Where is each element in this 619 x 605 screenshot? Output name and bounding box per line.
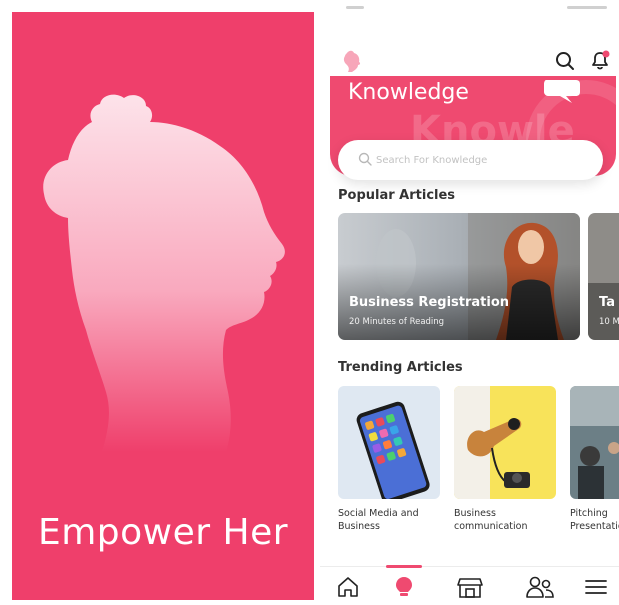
trending-article-card[interactable]: Business communication	[454, 386, 556, 533]
bell-icon[interactable]	[588, 48, 612, 72]
article-photo-telephone	[454, 386, 556, 499]
article-photo-meeting	[570, 386, 619, 499]
search-icon[interactable]	[554, 50, 576, 72]
bottom-navigation	[320, 565, 619, 605]
trending-articles-heading: Trending Articles	[338, 360, 463, 375]
lightbulb-icon[interactable]	[390, 575, 418, 599]
trending-article-title: Business communication	[454, 508, 528, 532]
menu-icon[interactable]	[582, 575, 610, 599]
store-icon[interactable]	[456, 575, 484, 599]
article-title: Business Registration	[349, 295, 510, 310]
trending-article-card[interactable]: Pitching Presentatio	[570, 386, 619, 533]
popular-article-card[interactable]: Ta 10 M	[588, 213, 619, 340]
trending-article-card[interactable]: Social Media and Business	[338, 386, 440, 533]
status-bar-left	[346, 6, 364, 9]
search-icon	[358, 152, 372, 166]
status-bar-right	[567, 6, 607, 9]
article-reading-time: 20 Minutes of Reading	[349, 317, 445, 327]
trending-article-title: Pitching Presentatio	[570, 508, 619, 532]
active-tab-indicator	[386, 565, 422, 568]
article-title: Ta	[599, 295, 615, 310]
knowledge-screen: Knowle Knowledge Popular Articles	[320, 0, 619, 605]
woman-profile-logo-icon[interactable]	[342, 50, 362, 76]
popular-article-card[interactable]: Business Registration 20 Minutes of Read…	[338, 213, 580, 340]
splash-screen: Empower Her	[12, 12, 314, 600]
top-bar	[320, 46, 619, 76]
speech-bubble-icon	[544, 80, 580, 103]
search-input[interactable]	[376, 150, 576, 170]
search-bar[interactable]	[338, 140, 603, 180]
home-icon[interactable]	[334, 575, 362, 599]
article-reading-time: 10 M	[599, 317, 619, 327]
status-bar	[320, 6, 619, 16]
page-title: Knowledge	[348, 80, 469, 105]
splash-title: Empower Her	[37, 512, 289, 553]
article-photo-phone	[338, 386, 440, 499]
popular-articles-heading: Popular Articles	[338, 188, 456, 203]
trending-article-title: Social Media and Business	[338, 508, 419, 532]
community-icon[interactable]	[524, 575, 556, 599]
